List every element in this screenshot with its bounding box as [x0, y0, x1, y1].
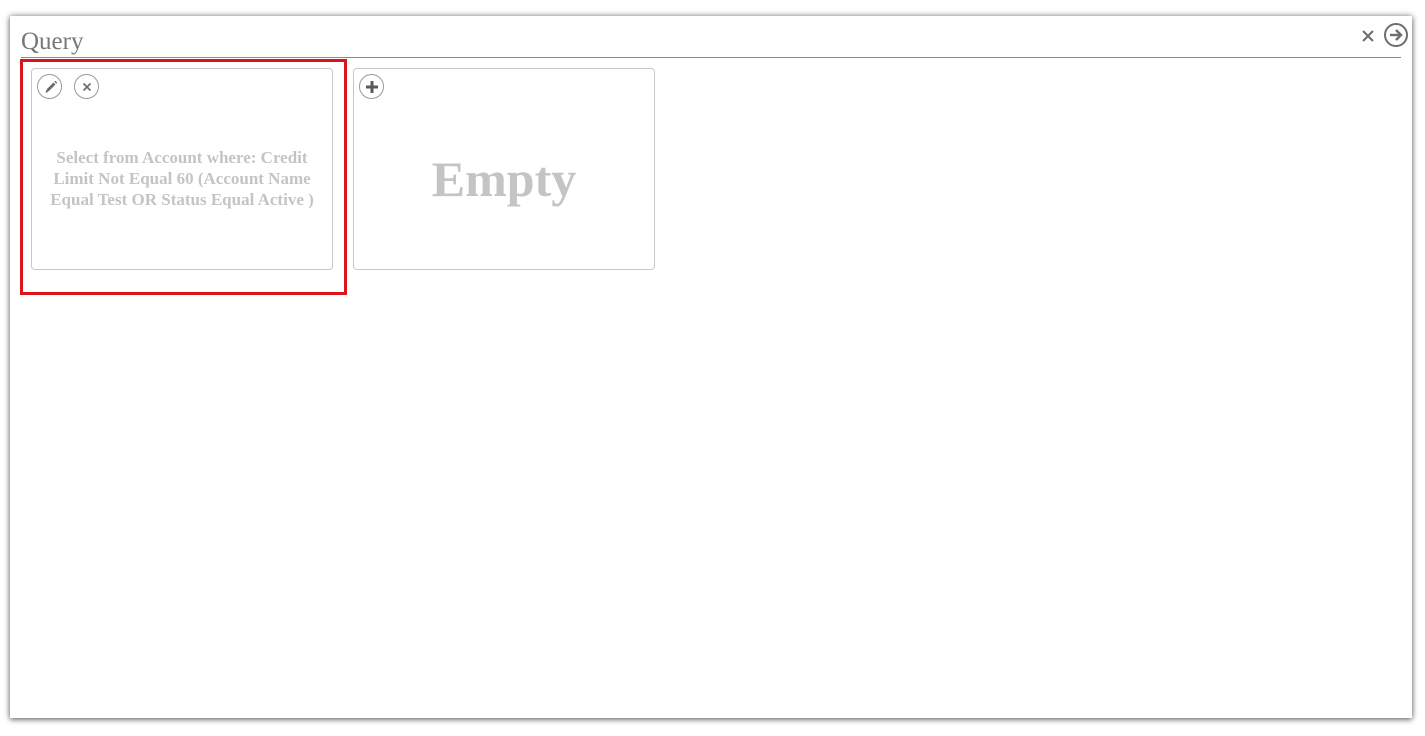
arrow-right-circle-icon[interactable]	[1383, 22, 1409, 48]
query-card[interactable]: Select from Account where: Credit Limit …	[31, 68, 333, 270]
query-description: Select from Account where: Credit Limit …	[50, 148, 314, 209]
edit-button[interactable]	[37, 74, 62, 99]
panel-title: Query	[21, 28, 84, 55]
remove-button[interactable]	[74, 74, 99, 99]
empty-placeholder: Empty	[431, 151, 577, 207]
add-button[interactable]	[359, 74, 384, 99]
query-panel: Query Select from Account where: Credit …	[10, 16, 1412, 718]
empty-card[interactable]: Empty	[353, 68, 655, 270]
panel-header: Query	[21, 23, 1408, 58]
close-icon[interactable]	[1358, 26, 1378, 46]
